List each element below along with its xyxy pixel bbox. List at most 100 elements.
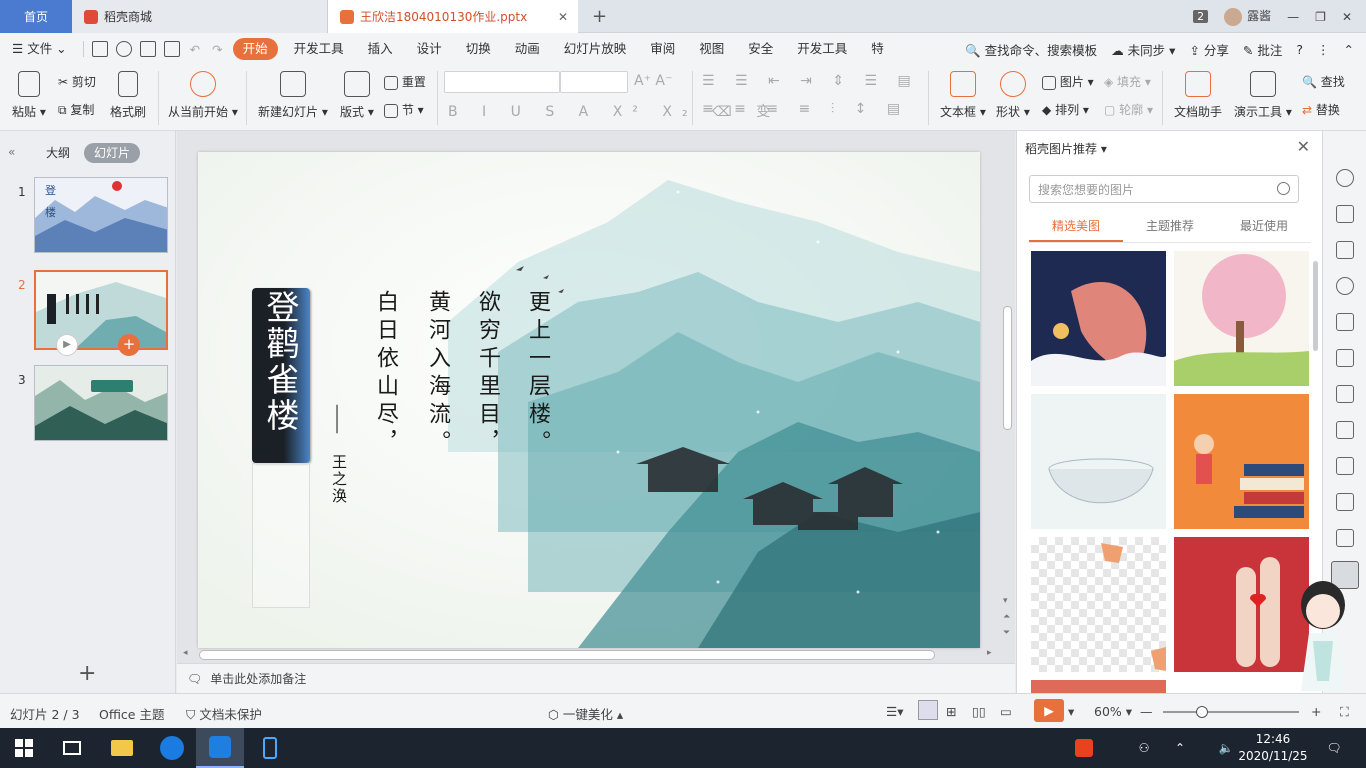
tab-store[interactable]: 稻壳商城 — [72, 0, 328, 33]
tab-animation[interactable]: 动画 — [503, 33, 552, 65]
print-icon[interactable] — [139, 41, 156, 57]
wps-taskbar-icon[interactable] — [196, 728, 244, 768]
cut-button[interactable]: ✂ 剪切 — [58, 73, 96, 90]
file-menu[interactable]: ☰ 文件 ⌄ — [0, 33, 79, 65]
tab-start[interactable]: 开始 — [232, 38, 278, 60]
tab-slideshow[interactable]: 幻灯片放映 — [552, 33, 639, 65]
replace-button[interactable]: ⇄ 替换 — [1302, 101, 1340, 118]
image-thumb[interactable] — [1174, 394, 1309, 529]
redo-icon[interactable]: ↷ — [212, 42, 222, 57]
template-icon[interactable] — [1336, 241, 1354, 259]
close-window-icon[interactable]: ✕ — [1342, 10, 1352, 24]
comment-button[interactable]: ✎ 批注 — [1243, 40, 1282, 59]
add-slide-icon[interactable]: + — [118, 334, 140, 356]
pin-icon[interactable] — [1336, 169, 1354, 187]
fill-bucket-icon[interactable] — [1336, 313, 1354, 331]
zoom-slider[interactable] — [1163, 711, 1299, 713]
protection-status[interactable]: ⛉ 文档未保护 — [186, 704, 262, 723]
window-count-badge[interactable]: 2 — [1193, 10, 1209, 23]
zoom-level[interactable]: 60% ▾ — [1094, 704, 1132, 719]
next-slide-icon[interactable]: ⏷ — [1003, 628, 1010, 638]
file-explorer-icon[interactable] — [98, 728, 146, 768]
panel-title[interactable]: 稻壳图片推荐 ▾ — [1025, 140, 1107, 157]
slideshow-options-icon[interactable]: ▾ — [1068, 704, 1074, 719]
notification-icon[interactable]: 🗨 — [1310, 728, 1358, 768]
play-slide-icon[interactable]: ▶ — [56, 334, 78, 356]
preview-icon[interactable] — [163, 41, 180, 57]
share-button[interactable]: ⇪ 分享 — [1189, 40, 1228, 59]
doc-helper-button[interactable]: 文档助手 — [1174, 71, 1222, 120]
tab-recent[interactable]: 最近使用 — [1217, 217, 1311, 242]
outline-button[interactable]: ▢ 轮廓 ▾ — [1104, 101, 1153, 118]
sorter-view-icon[interactable]: ⊞ — [946, 704, 956, 719]
poem-line-2[interactable]: 黄河入海流。 — [422, 290, 452, 458]
panel-scroll-thumb[interactable] — [1313, 261, 1318, 351]
paragraph-align-group[interactable]: ≡ ≡ ≡ ≡ ⫶ ↕ ▤ — [702, 101, 908, 117]
tab-outline[interactable]: 大纲 — [36, 143, 80, 163]
tab-design[interactable]: 设计 — [405, 33, 454, 65]
tab-review[interactable]: 审阅 — [638, 33, 687, 65]
search-icon[interactable] — [1277, 182, 1290, 195]
new-slide-button[interactable]: 新建幻灯片 ▾ — [258, 71, 328, 120]
image-thumb[interactable] — [1031, 251, 1166, 386]
image-thumb[interactable] — [1031, 680, 1166, 693]
poem-line-3[interactable]: 欲穷千里目， — [472, 290, 502, 458]
tab-theme[interactable]: 主题推荐 — [1123, 217, 1217, 242]
minimize-icon[interactable]: — — [1287, 10, 1299, 24]
copy-layers-icon[interactable] — [1336, 205, 1354, 223]
horizontal-scrollbar[interactable]: ◂ ▸ — [177, 647, 999, 663]
picture-button[interactable]: 图片 ▾ — [1042, 73, 1094, 90]
section-button[interactable]: 节 ▾ — [384, 101, 424, 118]
export-icon[interactable] — [1336, 493, 1354, 511]
archive-icon[interactable] — [1336, 529, 1354, 547]
output-icon[interactable] — [115, 41, 132, 57]
sogou-input-icon[interactable] — [1060, 728, 1108, 768]
command-search[interactable]: 🔍 查找命令、搜索模板 — [965, 40, 1097, 59]
more-icon[interactable]: ⋮ — [1317, 42, 1330, 57]
tab-document[interactable]: 王欣洁1804010130作业.pptx ✕ — [328, 0, 578, 33]
format-painter-button[interactable]: 格式刷 — [110, 71, 146, 120]
image-thumb[interactable] — [1031, 394, 1166, 529]
scroll-left-icon[interactable]: ◂ — [183, 648, 188, 658]
reset-button[interactable]: 重置 — [384, 73, 426, 90]
poem-line-1[interactable]: 白日依山尽， — [370, 290, 400, 458]
tab-view[interactable]: 视图 — [687, 33, 736, 65]
font-grow-shrink[interactable]: A⁺ A⁻ — [634, 73, 672, 89]
font-family-select[interactable] — [444, 71, 560, 96]
notes-placeholder[interactable]: 单击此处添加备注 — [210, 670, 306, 687]
task-view-icon[interactable] — [48, 728, 96, 768]
tab-featured[interactable]: 精选美图 — [1029, 217, 1123, 242]
beautify-button[interactable]: ⬡ 一键美化 ▴ — [548, 704, 623, 723]
font-size-select[interactable] — [560, 71, 628, 96]
tray-expand-icon[interactable]: ⌃ — [1156, 728, 1204, 768]
vertical-scrollbar[interactable]: ▾ ⏶ ⏷ — [1000, 150, 1015, 660]
reading-view-icon[interactable]: ▯▯ — [972, 704, 986, 719]
sliders-icon[interactable] — [1336, 421, 1354, 439]
scroll-right-icon[interactable]: ▸ — [987, 648, 992, 658]
notes-pane[interactable]: 🗨 单击此处添加备注 — [177, 663, 1015, 693]
tab-home[interactable]: 首页 — [0, 0, 72, 33]
restore-icon[interactable]: ❐ — [1315, 10, 1326, 24]
sogou-browser-icon[interactable] — [148, 728, 196, 768]
save-icon[interactable] — [91, 41, 108, 57]
tab-slides[interactable]: 幻灯片 — [84, 143, 141, 163]
copy-button[interactable]: ⧉ 复制 — [58, 101, 94, 118]
shape-button[interactable]: 形状 ▾ — [996, 71, 1030, 120]
find-button[interactable]: 🔍 查找 — [1302, 73, 1345, 90]
help-icon[interactable]: ? — [1296, 42, 1303, 57]
arrange-button[interactable]: ◆ 排列 ▾ — [1042, 101, 1089, 118]
text-box-button[interactable]: 文本框 ▾ — [940, 71, 986, 120]
add-slide-button[interactable]: + — [78, 661, 96, 686]
fit-window-icon[interactable]: ⛶ — [1340, 704, 1349, 720]
phone-app-icon[interactable] — [246, 728, 294, 768]
zoom-in-icon[interactable]: + — [1311, 704, 1321, 719]
tab-insert[interactable]: 插入 — [356, 33, 405, 65]
clock[interactable]: 12:46 2020/11/25 — [1238, 731, 1308, 765]
tab-developer[interactable]: 开发工具 — [282, 33, 356, 65]
horizontal-scroll-thumb[interactable] — [199, 650, 935, 660]
tab-developer-2[interactable]: 开发工具 — [785, 33, 859, 65]
undo-icon[interactable]: ↶ — [190, 42, 200, 57]
theme-name[interactable]: Office 主题 — [99, 704, 164, 723]
vertical-scroll-thumb[interactable] — [1003, 306, 1012, 430]
tab-transition[interactable]: 切换 — [454, 33, 503, 65]
